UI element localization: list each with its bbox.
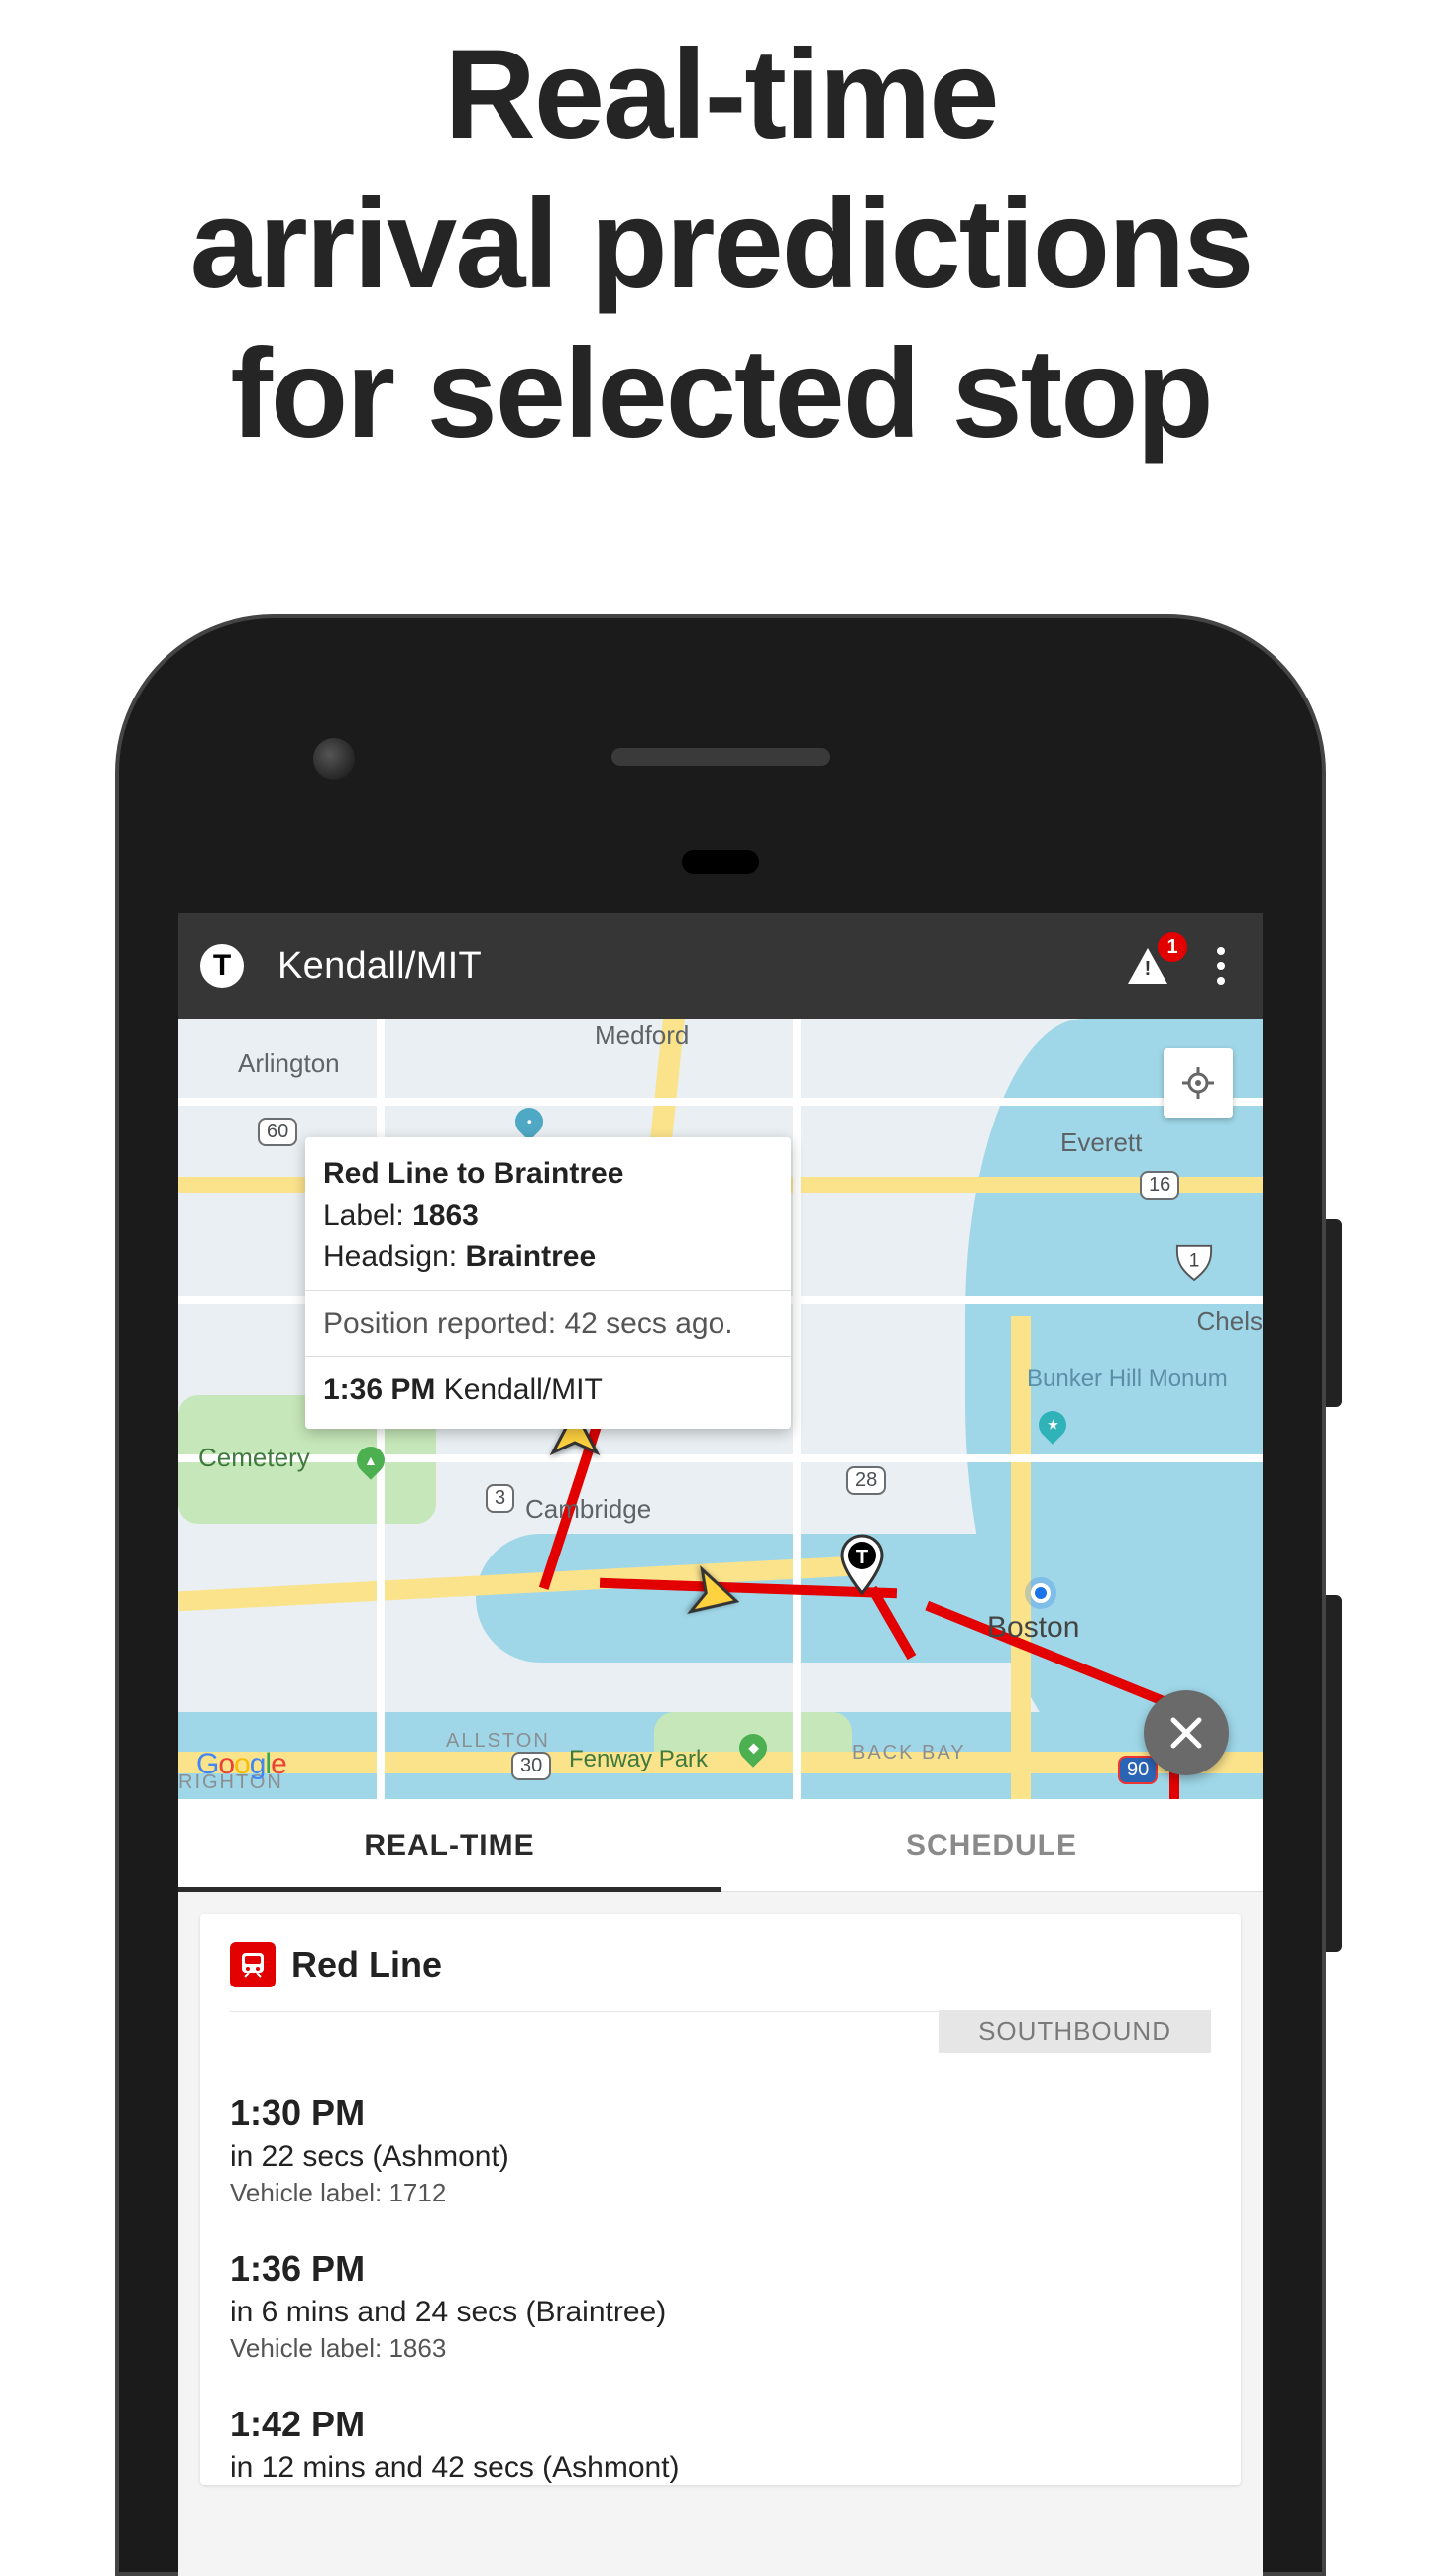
map-label: Medford xyxy=(595,1020,689,1051)
poi-pin-icon: • xyxy=(509,1102,549,1141)
map-label: BACK BAY xyxy=(852,1742,966,1765)
route-sign: 28 xyxy=(846,1466,886,1495)
overflow-menu-button[interactable] xyxy=(1201,940,1241,992)
map-label: Arlington xyxy=(238,1048,340,1079)
direction-toggle[interactable]: SOUTHBOUND xyxy=(939,2010,1211,2053)
direction-row: SOUTHBOUND xyxy=(230,2011,1211,2053)
info-position: Position reported: 42 secs ago. xyxy=(323,1303,773,1344)
route-name: Red Line xyxy=(291,1944,442,1986)
route-header: Red Line xyxy=(230,1942,1211,1987)
phone-camera xyxy=(313,738,355,780)
info-title: Red Line to Braintree xyxy=(323,1157,623,1190)
close-panel-button[interactable] xyxy=(1144,1690,1229,1775)
crosshair-icon xyxy=(1180,1065,1216,1101)
route-sign: 60 xyxy=(258,1118,297,1146)
screen: T Kendall/MIT ! 1 xyxy=(178,913,1263,2576)
promo-line-1: Real-time xyxy=(0,20,1442,169)
tab-realtime[interactable]: REAL-TIME xyxy=(178,1799,721,1891)
promo-headline: Real-time arrival predictions for select… xyxy=(0,0,1442,469)
phone-side-button xyxy=(1326,1219,1342,1407)
prediction-time: 1:36 PM xyxy=(230,2248,1211,2290)
info-label-row: Label: 1863 xyxy=(323,1195,773,1236)
map-label: Fenway Park xyxy=(569,1746,708,1773)
predictions-content[interactable]: Red Line SOUTHBOUND 1:30 PM in 22 secs (… xyxy=(178,1892,1263,2576)
map-label: Everett xyxy=(1060,1127,1142,1158)
prediction-countdown: in 6 mins and 24 secs (Braintree) xyxy=(230,2296,1211,2329)
route-sign: 30 xyxy=(511,1752,551,1780)
svg-text:T: T xyxy=(856,1547,868,1568)
phone-frame: T Kendall/MIT ! 1 xyxy=(115,614,1326,2576)
google-logo: Google xyxy=(196,1748,286,1781)
map-label: Boston xyxy=(987,1611,1079,1645)
prediction-item: 1:36 PM in 6 mins and 24 secs (Braintree… xyxy=(230,2248,1211,2364)
map-road xyxy=(793,1019,801,1799)
svg-text:1: 1 xyxy=(1189,1251,1200,1272)
info-eta: 1:36 PM Kendall/MIT xyxy=(323,1369,773,1411)
subway-icon xyxy=(230,1942,276,1987)
prediction-item: 1:42 PM in 12 mins and 42 secs (Ashmont) xyxy=(230,2404,1211,2485)
map-label: Cambridge xyxy=(525,1494,651,1525)
tab-schedule[interactable]: SCHEDULE xyxy=(721,1799,1263,1891)
route-sign: 16 xyxy=(1140,1171,1179,1200)
phone-sensor xyxy=(682,850,759,874)
map-road xyxy=(178,1752,1263,1773)
map-label: Chels xyxy=(1197,1306,1263,1337)
map-info-window[interactable]: Red Line to Braintree Label: 1863 Headsi… xyxy=(305,1137,791,1429)
alerts-badge: 1 xyxy=(1158,932,1187,962)
t-station-pin-icon[interactable]: T xyxy=(838,1534,886,1595)
close-icon xyxy=(1167,1714,1205,1752)
phone-earpiece xyxy=(611,748,830,766)
mbta-logo-icon: T xyxy=(200,944,244,988)
app-bar: T Kendall/MIT ! 1 xyxy=(178,913,1263,1019)
map-label: ALLSTON xyxy=(446,1730,550,1753)
map-label: Bunker Hill Monum xyxy=(1027,1365,1228,1393)
promo-line-3: for selected stop xyxy=(0,319,1442,469)
phone-side-button xyxy=(1326,1595,1342,1952)
map-label: Cemetery xyxy=(198,1443,310,1473)
map-road xyxy=(178,1454,1263,1462)
tab-bar: REAL-TIME SCHEDULE xyxy=(178,1799,1263,1892)
prediction-vehicle: Vehicle label: 1712 xyxy=(230,2178,1211,2208)
prediction-countdown: in 22 secs (Ashmont) xyxy=(230,2140,1211,2174)
info-headsign-row: Headsign: Braintree xyxy=(323,1236,773,1278)
alerts-button[interactable]: ! 1 xyxy=(1122,940,1173,992)
map-road xyxy=(178,1098,1263,1106)
map[interactable]: Arlington Medford Everett Chels Bunker H… xyxy=(178,1019,1263,1799)
promo-line-2: arrival predictions xyxy=(0,169,1442,319)
prediction-time: 1:42 PM xyxy=(230,2404,1211,2445)
prediction-countdown: in 12 mins and 42 secs (Ashmont) xyxy=(230,2451,1211,2485)
interstate-shield-icon: 90 xyxy=(1118,1756,1158,1784)
app-bar-title: Kendall/MIT xyxy=(277,945,482,988)
prediction-item: 1:30 PM in 22 secs (Ashmont) Vehicle lab… xyxy=(230,2093,1211,2208)
prediction-vehicle: Vehicle label: 1863 xyxy=(230,2333,1211,2364)
prediction-time: 1:30 PM xyxy=(230,2093,1211,2134)
my-location-button[interactable] xyxy=(1164,1048,1233,1118)
us-route-shield-icon: 1 xyxy=(1175,1242,1213,1282)
current-location-dot xyxy=(1031,1583,1051,1603)
route-card: Red Line SOUTHBOUND 1:30 PM in 22 secs (… xyxy=(200,1914,1241,2485)
route-sign: 3 xyxy=(486,1484,514,1513)
